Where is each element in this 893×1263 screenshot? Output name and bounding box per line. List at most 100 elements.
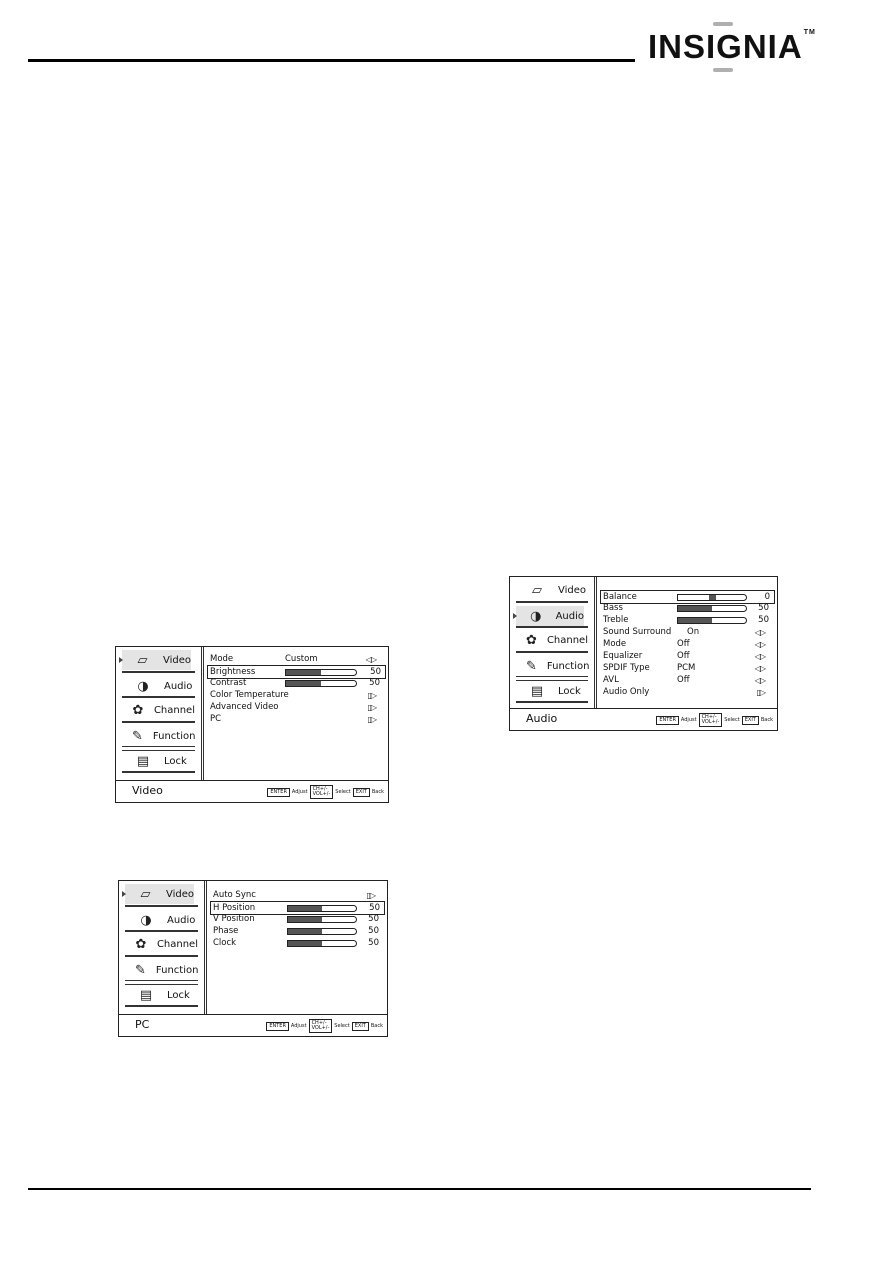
setting-name: Equalizer — [603, 651, 643, 661]
sidebar-item-lock[interactable]: ▤ Lock — [125, 985, 198, 1005]
setting-row-mode[interactable]: Mode Off ◁▷ — [601, 638, 773, 650]
lock-icon: ▤ — [139, 987, 153, 1003]
menu-divider — [122, 671, 195, 673]
setting-value: 50 — [369, 903, 380, 913]
menu-sidebar: ▱ Video ◑ Audio ✿ Channel ✎ Function ▤ Lock — [116, 647, 204, 780]
level-slider[interactable] — [287, 939, 357, 947]
enter-submenu-icon[interactable]: ▯▷ — [367, 715, 377, 724]
sidebar-item-label: Video — [558, 584, 587, 596]
sidebar-item-label: Channel — [546, 634, 588, 646]
sidebar-item-function[interactable]: ✎ Function — [122, 726, 195, 746]
menu-title: Video — [132, 784, 163, 797]
setting-row-color-temperature[interactable]: Color Temperature ▯▷ — [208, 689, 384, 701]
menu-footer: PC ENTER Adjust CH+/- VOL+/- Select EXIT Back — [119, 1014, 387, 1036]
sidebar-item-lock[interactable]: ▤ Lock — [516, 681, 588, 701]
balance-slider[interactable] — [677, 593, 747, 601]
slider-fill — [286, 680, 321, 686]
setting-name: V Position — [213, 914, 255, 924]
sidebar-item-function[interactable]: ✎ Function — [516, 656, 589, 676]
menu-divider — [516, 626, 588, 628]
lock-icon: ▤ — [530, 683, 544, 699]
menu-divider — [122, 721, 195, 723]
sidebar-item-audio[interactable]: ◑ Audio — [125, 910, 198, 930]
level-slider[interactable] — [285, 668, 357, 676]
level-slider[interactable] — [677, 604, 747, 612]
selection-arrow-icon — [119, 657, 123, 663]
sidebar-item-label: Function — [152, 730, 196, 742]
insignia-logo: INSIGNIATM — [648, 28, 816, 65]
setting-row-pc[interactable]: PC ▯▷ — [208, 713, 384, 725]
setting-row-treble[interactable]: Treble 50 — [601, 614, 773, 626]
setting-name: Advanced Video — [210, 702, 279, 712]
sidebar-item-label: Lock — [558, 685, 581, 697]
left-right-arrows-icon[interactable]: ◁▷ — [755, 640, 766, 649]
setting-name: Treble — [603, 615, 629, 625]
level-slider[interactable] — [285, 679, 357, 687]
setting-name: Mode — [603, 639, 627, 649]
level-slider[interactable] — [287, 904, 357, 912]
menu-divider — [125, 955, 198, 957]
level-slider[interactable] — [287, 927, 357, 935]
setting-name: H Position — [213, 903, 256, 913]
setting-name: Brightness — [210, 667, 256, 677]
setting-row-spdif-type[interactable]: SPDIF Type PCM ◁▷ — [601, 662, 773, 674]
setting-name: Color Temperature — [210, 690, 289, 700]
enter-submenu-icon[interactable]: ▯▷ — [367, 691, 377, 700]
sidebar-item-video[interactable]: ▱ Video — [122, 884, 194, 904]
level-slider[interactable] — [677, 616, 747, 624]
slider-knob[interactable] — [709, 594, 716, 600]
sidebar-item-label: Video — [165, 888, 194, 900]
sidebar-item-audio[interactable]: ◑ Audio — [122, 676, 195, 696]
sidebar-item-audio[interactable]: ◑ Audio — [513, 606, 584, 626]
sidebar-item-video[interactable]: ▱ Video — [516, 580, 588, 600]
setting-row-auto-sync[interactable]: Auto Sync ▯▷ — [211, 889, 383, 901]
exit-key-hint: EXIT — [741, 715, 759, 725]
setting-row-sound-surround[interactable]: Sound Surround On ◁▷ — [601, 626, 773, 638]
setting-name: Phase — [213, 926, 239, 936]
setting-row-contrast[interactable]: Contrast 50 — [208, 677, 384, 689]
select-hint: Select — [335, 789, 351, 795]
settings-panel: Auto Sync ▯▷ H Position 50 V Position 50 Phase… — [207, 881, 387, 1014]
setting-row-mode[interactable]: Mode Custom ◁▷ — [208, 653, 384, 665]
enter-submenu-icon[interactable]: ▯▷ — [366, 891, 376, 900]
sidebar-item-channel[interactable]: ✿ Channel — [516, 630, 588, 650]
setting-row-avl[interactable]: AVL Off ◁▷ — [601, 674, 773, 686]
sidebar-item-function[interactable]: ✎ Function — [125, 960, 198, 980]
slider-fill — [286, 669, 321, 675]
setting-row-clock[interactable]: Clock 50 — [211, 937, 383, 949]
sidebar-item-channel[interactable]: ✿ Channel — [122, 700, 195, 720]
setting-value: 50 — [368, 914, 379, 924]
level-slider[interactable] — [287, 915, 357, 923]
select-hint: Select — [724, 717, 740, 723]
audio-icon: ◑ — [137, 678, 149, 694]
enter-submenu-icon[interactable]: ▯▷ — [367, 703, 377, 712]
vol-key-label: VOL+/- — [312, 791, 331, 797]
sidebar-item-lock[interactable]: ▤ Lock — [122, 751, 195, 771]
menu-footer: Audio ENTER Adjust CH+/- VOL+/- Select EXIT Bac… — [510, 708, 777, 730]
setting-value: Off — [677, 675, 690, 685]
setting-row-advanced-video[interactable]: Advanced Video ▯▷ — [208, 701, 384, 713]
left-right-arrows-icon[interactable]: ◁▷ — [755, 676, 766, 685]
setting-row-audio-only[interactable]: Audio Only ▯▷ — [601, 686, 773, 698]
setting-row-v-position[interactable]: V Position 50 — [211, 913, 383, 925]
video-menu-screen: ▱ Video ◑ Audio ✿ Channel ✎ Function ▤ Lock Mode Cu… — [115, 646, 389, 803]
setting-name: Audio Only — [603, 687, 650, 697]
setting-value: Off — [677, 639, 690, 649]
slider-fill — [678, 617, 712, 623]
setting-row-equalizer[interactable]: Equalizer Off ◁▷ — [601, 650, 773, 662]
sidebar-item-channel[interactable]: ✿ Channel — [125, 934, 198, 954]
setting-name: Bass — [603, 603, 623, 613]
slider-fill — [288, 905, 322, 911]
setting-value: 50 — [758, 603, 769, 613]
setting-name: AVL — [603, 675, 619, 685]
sidebar-item-video[interactable]: ▱ Video — [119, 650, 191, 670]
setting-row-phase[interactable]: Phase 50 — [211, 925, 383, 937]
setting-row-bass[interactable]: Bass 50 — [601, 602, 773, 614]
slider-fill — [678, 605, 712, 611]
enter-submenu-icon[interactable]: ▯▷ — [756, 688, 766, 697]
left-right-arrows-icon[interactable]: ◁▷ — [366, 655, 377, 664]
left-right-arrows-icon[interactable]: ◁▷ — [755, 664, 766, 673]
left-right-arrows-icon[interactable]: ◁▷ — [755, 652, 766, 661]
slider-fill — [288, 916, 322, 922]
left-right-arrows-icon[interactable]: ◁▷ — [755, 628, 766, 637]
